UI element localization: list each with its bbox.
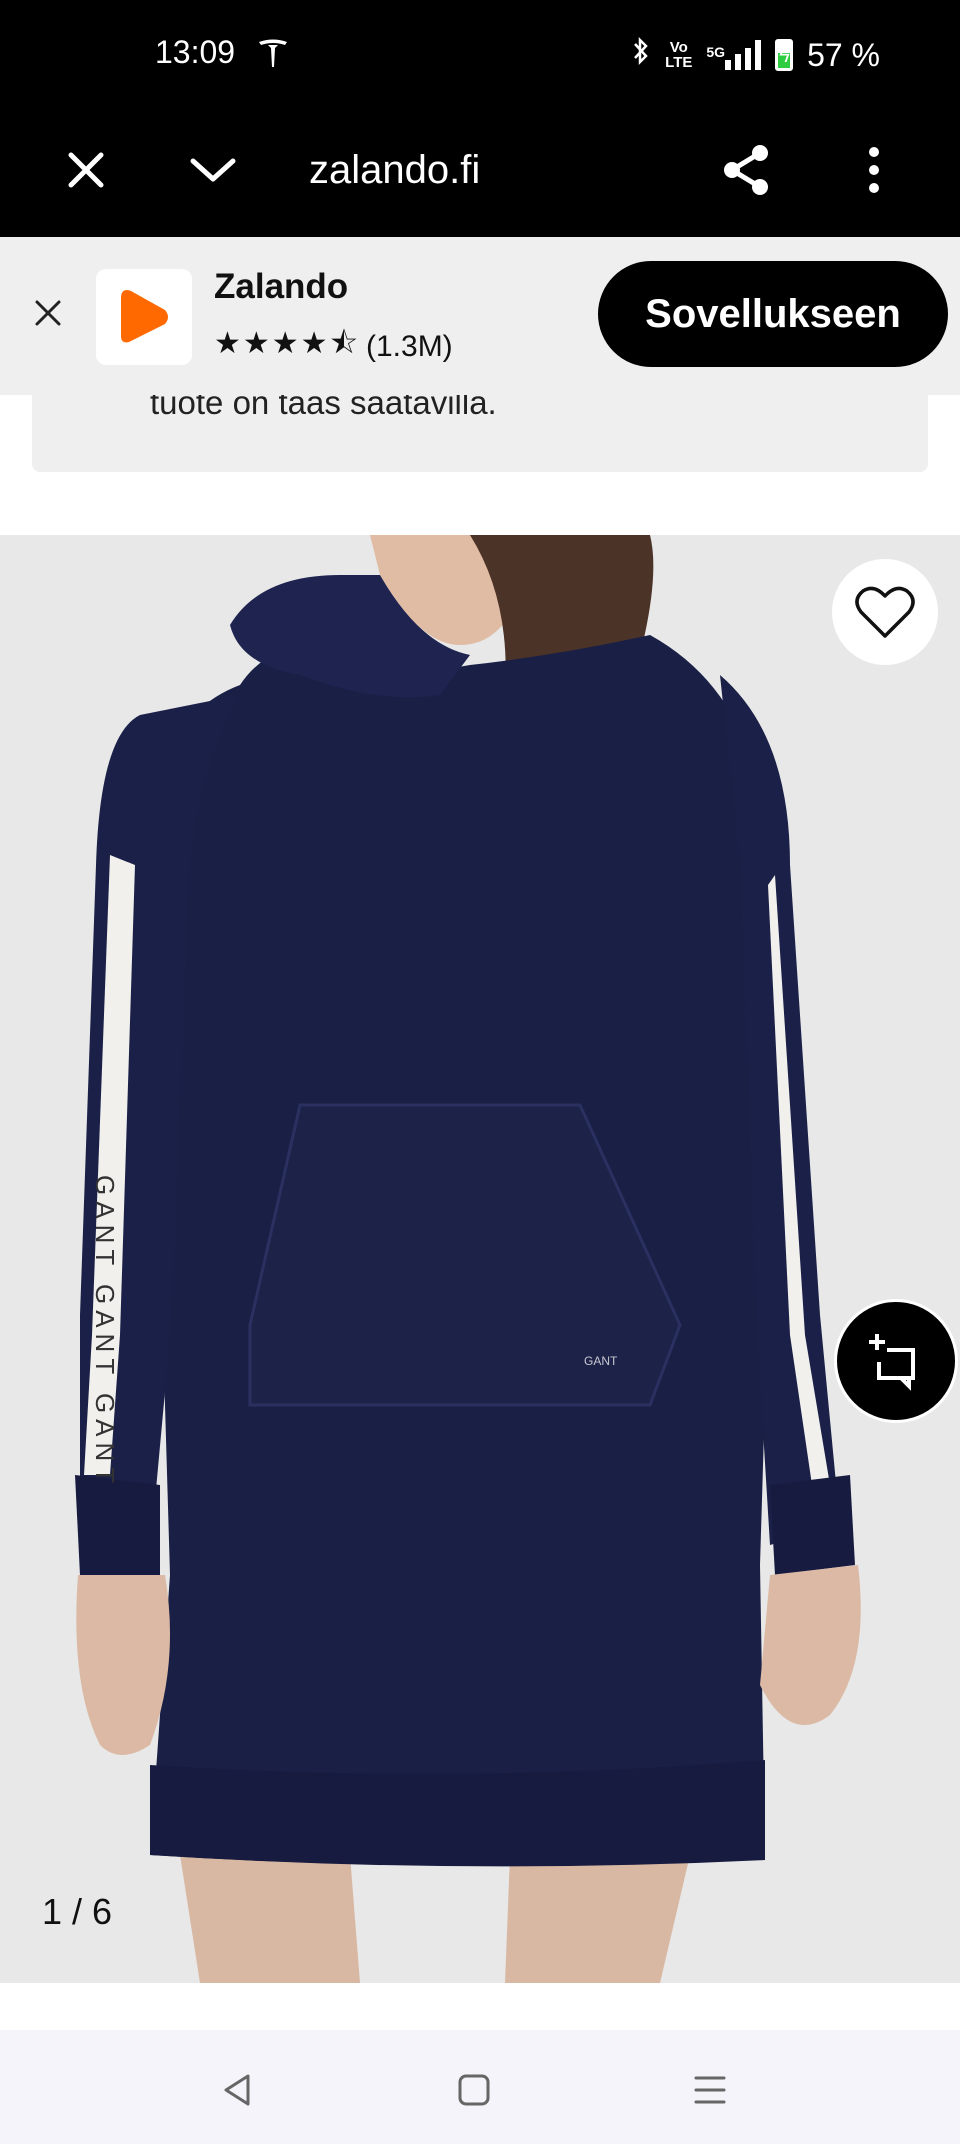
signal-strength-icon: 5G (706, 40, 762, 70)
heart-icon (855, 586, 915, 638)
wishlist-button[interactable] (832, 559, 938, 665)
dismiss-banner-button[interactable] (28, 293, 68, 333)
tesla-app-icon (256, 36, 290, 70)
more-options-button[interactable] (844, 140, 904, 200)
back-button[interactable] (208, 2060, 268, 2120)
bluetooth-icon (631, 35, 651, 75)
rating-count: (1.3M) (366, 329, 453, 363)
zalando-logo (96, 269, 192, 365)
find-similar-button[interactable] (834, 1299, 958, 1423)
rating-stars: ★★★★⯪ (214, 327, 360, 360)
close-tab-button[interactable] (56, 140, 116, 200)
close-icon (35, 300, 61, 326)
more-vertical-icon (869, 147, 879, 193)
home-square-icon (458, 2074, 490, 2106)
recents-button[interactable] (680, 2060, 740, 2120)
app-rating: ★★★★⯪ (1.3M) (214, 321, 453, 372)
product-photo: GANT GANT GANT GANT (0, 535, 960, 1983)
system-navigation-bar (0, 2030, 960, 2144)
status-time: 13:09 (155, 34, 236, 70)
visual-search-icon (869, 1334, 915, 1391)
open-in-app-button[interactable]: Sovellukseen (598, 261, 948, 367)
sleeve-logo-text: GANT GANT GANT (90, 1175, 120, 1489)
url-text[interactable]: zalando.fi (309, 148, 480, 193)
battery-icon: ϟ (775, 39, 794, 71)
back-triangle-icon (224, 2074, 250, 2106)
image-counter: 1 / 6 (42, 1891, 113, 1932)
product-image-gallery[interactable]: GANT GANT GANT GANT 1 / 6 (0, 535, 960, 1983)
notice-text: tuote on taas saatavilla. (150, 395, 497, 421)
pocket-logo-text: GANT (584, 1354, 618, 1368)
status-bar: 13:09 Vo LTE 5G ϟ 57 % (0, 0, 960, 110)
battery-percent: 57 % (807, 36, 880, 73)
availability-notice: tuote on taas saatavilla. (32, 395, 928, 472)
signal-label: 5G (706, 44, 726, 60)
menu-lines-icon (694, 2076, 726, 2104)
volte-label: Vo LTE (665, 39, 693, 71)
share-button[interactable] (716, 140, 776, 200)
share-icon (724, 145, 768, 195)
chevron-down-icon (190, 158, 236, 182)
home-button[interactable] (444, 2060, 504, 2120)
app-name: Zalando (214, 267, 349, 306)
close-icon (68, 152, 104, 188)
minimize-button[interactable] (183, 140, 243, 200)
app-install-banner: Zalando ★★★★⯪ (1.3M) Sovellukseen (0, 237, 960, 395)
browser-toolbar: zalando.fi (0, 110, 960, 237)
